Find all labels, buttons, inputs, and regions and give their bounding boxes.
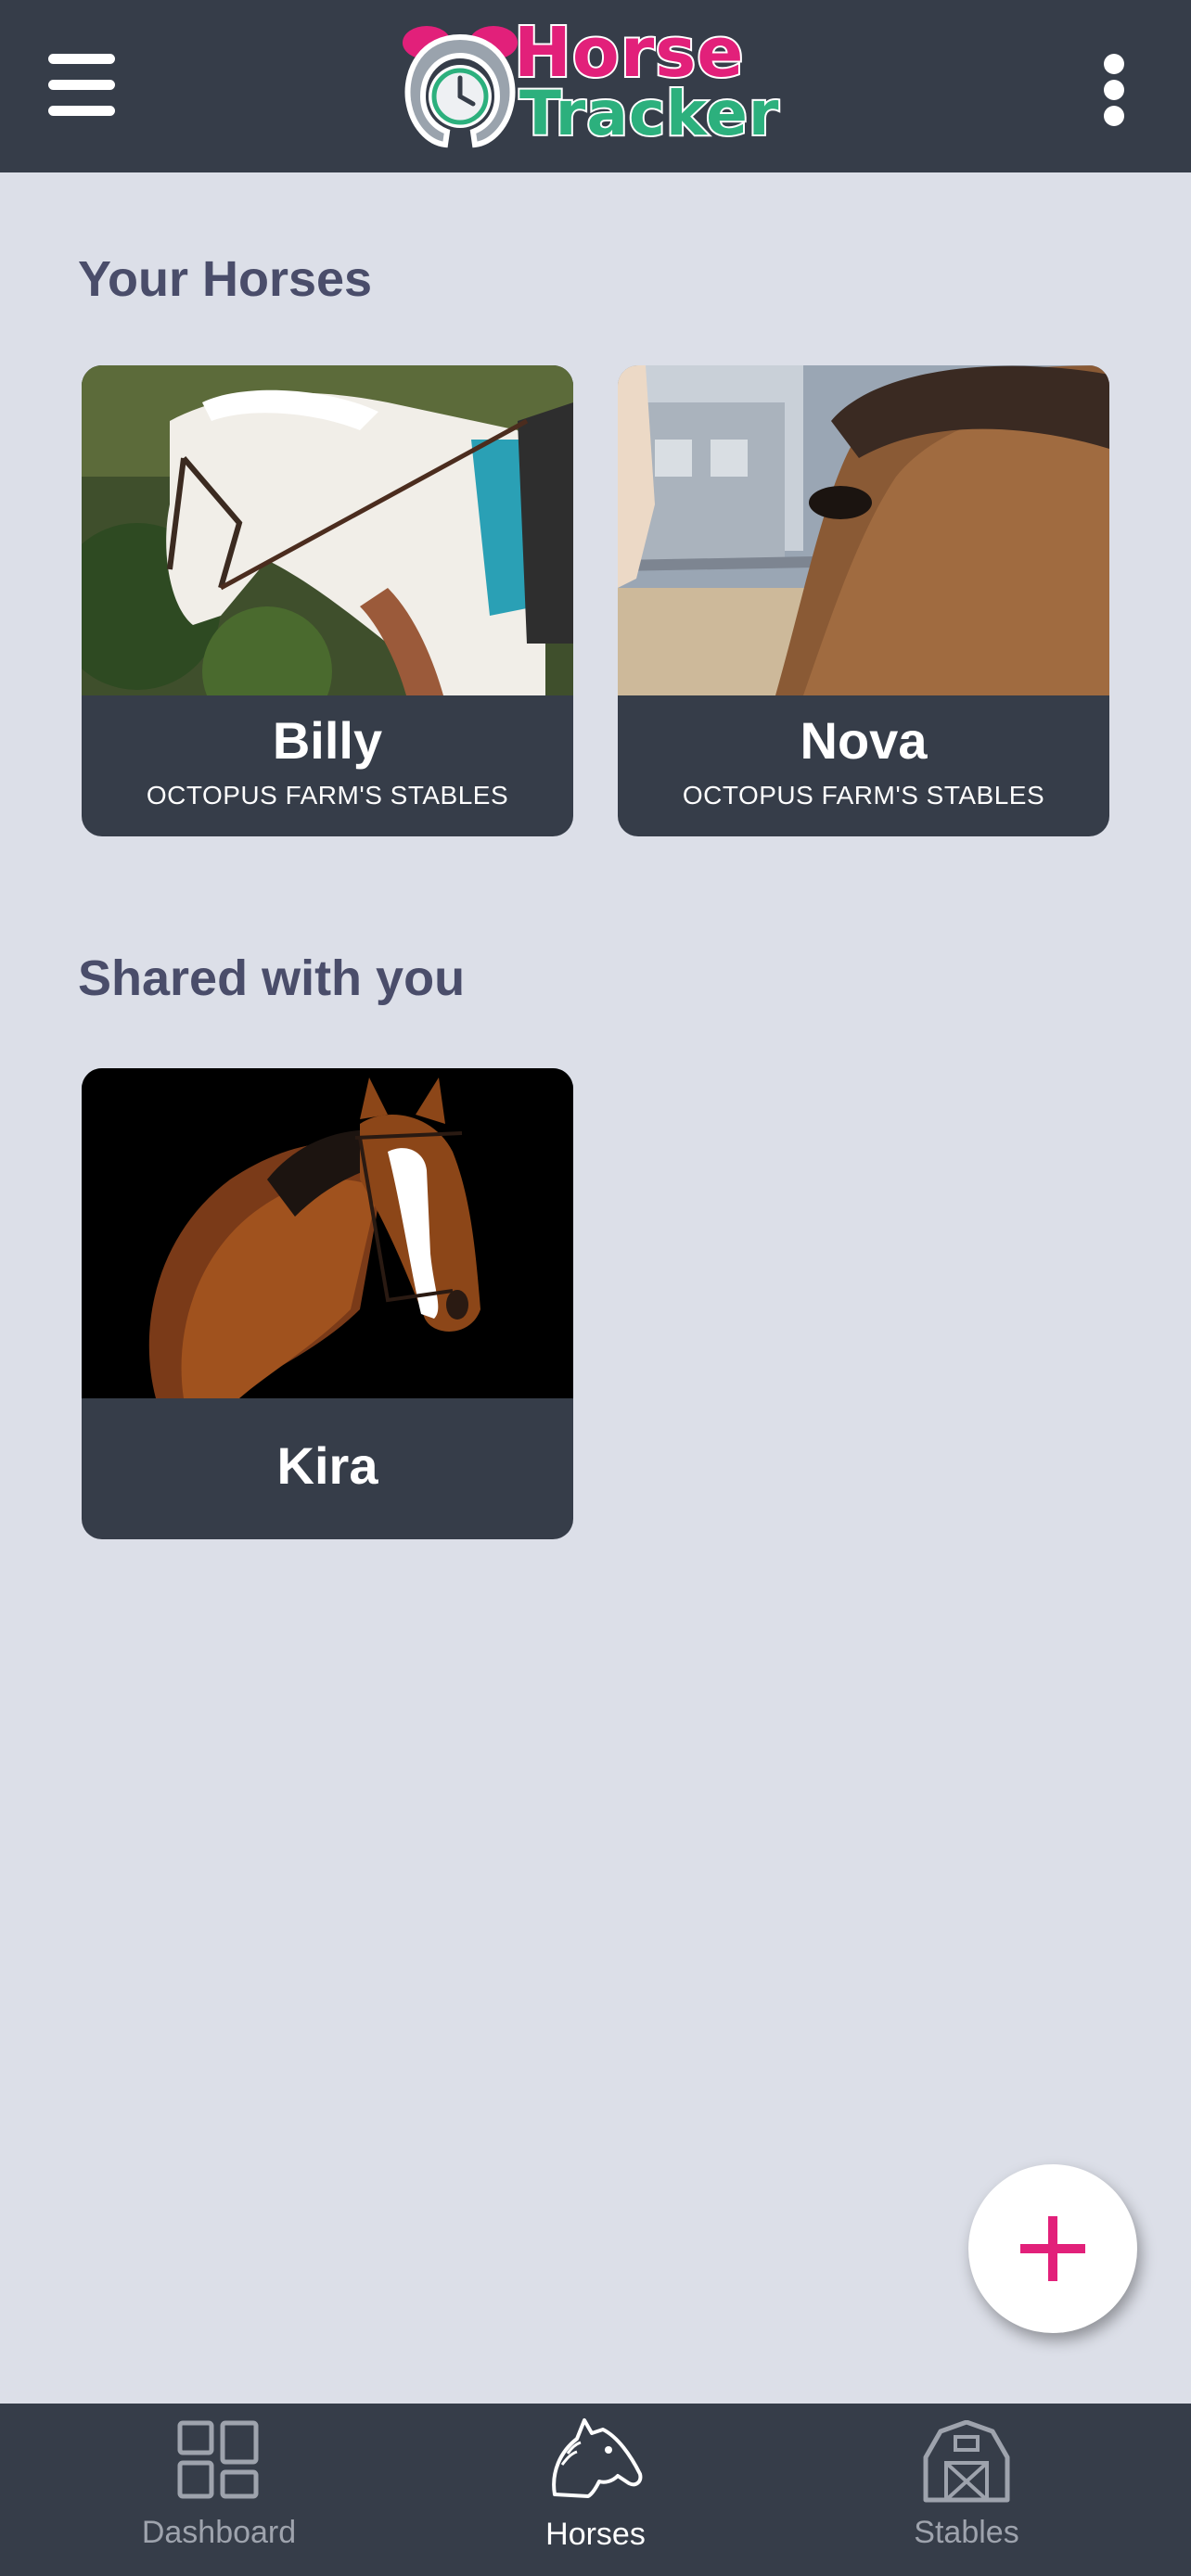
horse-photo-kira [82, 1068, 573, 1398]
menu-icon[interactable] [46, 54, 117, 119]
horse-card-billy[interactable]: Billy OCTOPUS FARM'S STABLES [82, 365, 573, 836]
nav-horses-label: Horses [545, 2517, 646, 2552]
horse-card-kira[interactable]: Kira [82, 1068, 573, 1539]
shared-with-you-heading: Shared with you [78, 950, 466, 1006]
barn-icon [923, 2420, 1010, 2503]
logo-text-tracker: Tracker [518, 78, 780, 149]
horse-name: Kira [276, 1436, 378, 1495]
dashboard-grid-icon [177, 2420, 259, 2499]
more-vertical-icon[interactable] [1095, 50, 1135, 134]
horse-head-icon [552, 2418, 643, 2498]
horseshoe-clock-icon [403, 26, 518, 148]
your-horses-heading: Your Horses [78, 251, 373, 307]
horse-photo-billy [82, 365, 573, 695]
horse-tracker-logo: Horse Tracker [395, 15, 794, 154]
add-horse-button[interactable] [968, 2164, 1137, 2333]
horse-photo-nova [618, 365, 1109, 695]
nav-dashboard[interactable]: Dashboard [20, 2404, 417, 2576]
nav-stables[interactable]: Stables [768, 2404, 1165, 2576]
nav-stables-label: Stables [914, 2515, 1019, 2550]
horse-card-nova[interactable]: Nova OCTOPUS FARM'S STABLES [618, 365, 1109, 836]
horse-name: Billy [272, 711, 383, 770]
horse-stable: OCTOPUS FARM'S STABLES [146, 781, 509, 810]
bottom-navigation: Dashboard Horses Stables [0, 2404, 1191, 2576]
app-top-bar: Horse Tracker [0, 0, 1191, 172]
nav-horses[interactable]: Horses [397, 2404, 794, 2576]
nav-dashboard-label: Dashboard [141, 2515, 297, 2550]
horse-name: Nova [800, 711, 928, 770]
horse-stable: OCTOPUS FARM'S STABLES [682, 781, 1045, 810]
logo-text-horse: Horse [512, 13, 745, 93]
